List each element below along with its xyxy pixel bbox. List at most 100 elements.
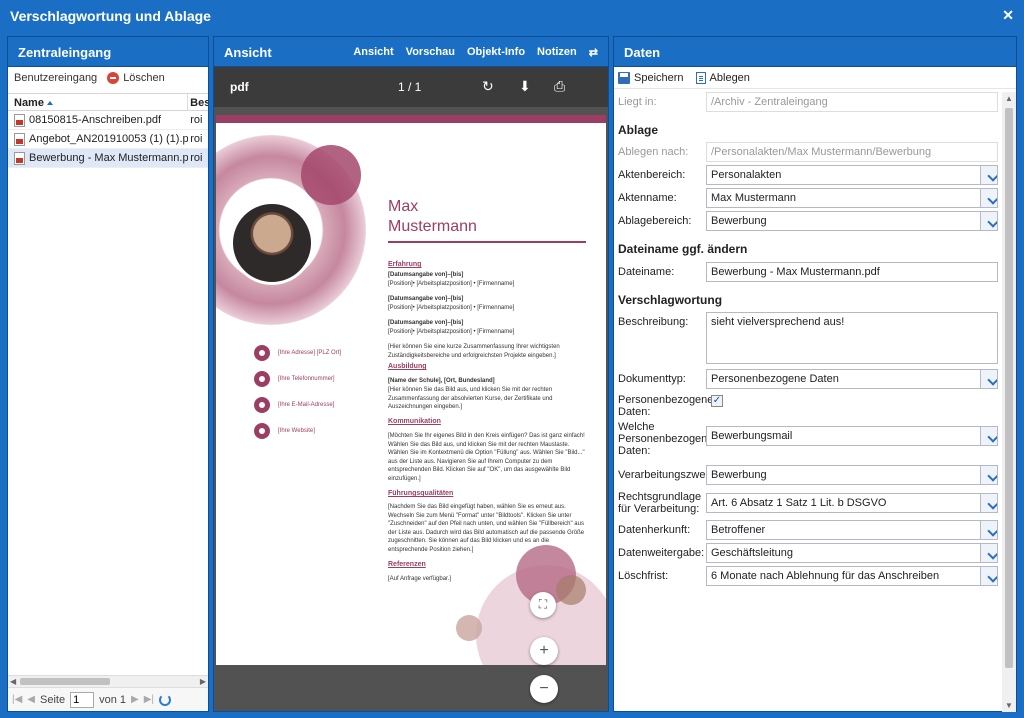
verarbeitungszweck-select[interactable]: Bewerbung [706,465,998,485]
field-dateiname: Dateiname: Bewerbung - Max Mustermann.pd… [618,262,998,282]
column-header-owner[interactable]: Bes [188,94,208,110]
inbox-panel: Zentraleingang Benutzereingang Löschen N… [7,36,209,712]
doc-section-leadership: Führungsqualitäten [388,490,454,497]
field-welche-daten: Welche Personenbezogenen Daten: Bewerbun… [618,421,998,457]
aktenname-select[interactable]: Max Mustermann [706,188,998,208]
zoom-out-button[interactable]: − [530,675,558,703]
doc-name: Max Mustermann [388,198,477,235]
page-count: von 1 [99,693,126,706]
personenbezogene-daten-checkbox[interactable]: ✓ [711,395,723,407]
horizontal-scrollbar[interactable]: ◀ ▶ [8,675,208,687]
refresh-icon[interactable] [159,693,171,706]
doc-contact-address: [Ihre Adresse] [PLZ Ort] [254,345,341,361]
user-inbox-button[interactable]: Benutzereingang [14,72,97,84]
prev-page-icon[interactable]: ◀ [27,694,35,705]
scroll-left-icon[interactable]: ◀ [10,677,16,686]
email-icon [254,397,270,413]
save-icon [618,71,630,84]
swap-icon[interactable]: ⇄ [589,46,598,59]
pdf-toolbar: pdf 1 / 1 ↻ ⬇ ⎙ [214,67,608,107]
field-aktenname: Aktenname: Max Mustermann [618,188,998,208]
scroll-right-icon[interactable]: ▶ [200,677,206,686]
beschreibung-textarea[interactable]: sieht vielversprechend aus! [706,312,998,364]
field-liegt-in: Liegt in: /Archiv - Zentraleingang [618,92,998,112]
file-row[interactable]: 08150815-Anschreiben.pdf roi [8,111,208,130]
last-page-icon[interactable]: ▶| [144,694,154,705]
doc-section-communication: Kommunikation [388,418,441,425]
file-row-selected[interactable]: Bewerbung - Max Mustermann.pdf roi [8,149,208,168]
tab-notes[interactable]: Notizen [537,46,577,58]
decorative-circle [556,575,586,605]
page-label: Seite [40,693,66,706]
doc-contact-phone: [Ihre Telefonnummer] [254,371,335,387]
field-ablagebereich: Ablagebereich: Bewerbung [618,211,998,231]
file-name: 08150815-Anschreiben.pdf [29,114,162,126]
datenweitergabe-select[interactable]: Geschäftsleitung [706,543,998,563]
doc-section-references: Referenzen [388,561,426,568]
welche-daten-select[interactable]: Bewerbungsmail [706,426,998,446]
file-name: Angebot_AN201910053 (1) (1).pdf [29,133,189,145]
save-button[interactable]: Speichern [618,71,684,84]
doc-section-experience: Erfahrung [388,261,422,268]
field-datenherkunft: Datenherkunft: Betroffener [618,520,998,540]
scrollbar-thumb[interactable] [1005,108,1013,668]
viewer-panel: Ansicht Ansicht Vorschau Objekt-Info Not… [213,36,609,712]
pdf-canvas[interactable]: Max Mustermann Erfahrung [Datumsangabe vo… [214,107,608,711]
datenherkunft-select[interactable]: Betroffener [706,520,998,540]
delete-button[interactable]: Löschen [107,72,165,84]
vertical-scrollbar[interactable]: ▲ ▼ [1002,92,1016,712]
tab-object-info[interactable]: Objekt-Info [467,46,525,58]
fit-page-button[interactable]: ⛶ [530,592,556,618]
scroll-down-icon[interactable]: ▼ [1005,701,1013,710]
doc-experience-2: [Datumsangabe von]–[bis] [Position]• [Arb… [388,296,515,311]
first-page-icon[interactable]: |◀ [12,694,22,705]
column-header-name[interactable]: Name [8,94,189,110]
field-loeschfrist: Löschfrist: 6 Monate nach Ablehnung für … [618,566,998,586]
field-personenbezogene-daten: Personenbezogene Daten: ✓ [618,394,723,418]
aktenbereich-select[interactable]: Personalakten [706,165,998,185]
liegt-in-input: /Archiv - Zentraleingang [706,92,998,112]
delete-button-label: Löschen [123,72,165,84]
doc-education-text: [Hier können Sie das Bild aus, und klick… [388,387,553,410]
document-icon [695,71,706,84]
decorative-circle [456,615,482,641]
file-owner: roi [190,152,203,164]
tab-view[interactable]: Ansicht [353,46,393,58]
inbox-toolbar: Benutzereingang Löschen [8,67,208,89]
file-away-button[interactable]: Ablegen [695,71,750,84]
doc-experience-3: [Datumsangabe von]–[bis] [Position]• [Arb… [388,320,515,335]
field-verarbeitungszweck: Verarbeitungszweck: Bewerbung [618,465,998,485]
page-indicator: 1 / 1 [398,80,422,94]
field-datenweitergabe: Datenweitergabe: Geschäftsleitung [618,543,998,563]
doc-experience-1: [Datumsangabe von]–[bis] [Position]• [Arb… [388,272,515,287]
file-name: Bewerbung - Max Mustermann.pdf [29,152,189,164]
scroll-up-icon[interactable]: ▲ [1005,94,1013,103]
rechtsgrundlage-select[interactable]: Art. 6 Absatz 1 Satz 1 Lit. b DSGVO [706,493,998,513]
viewer-header: Ansicht Ansicht Vorschau Objekt-Info Not… [214,37,608,67]
window-title: Verschlagwortung und Ablage [10,8,211,24]
section-ablage: Ablage [618,123,659,137]
tab-preview[interactable]: Vorschau [406,46,455,58]
print-icon[interactable]: ⎙ [554,78,565,95]
dokumenttyp-select[interactable]: Personenbezogene Daten [706,369,998,389]
loeschfrist-select[interactable]: 6 Monate nach Ablehnung für das Anschrei… [706,566,998,586]
close-icon[interactable]: ✕ [1002,7,1014,24]
location-icon [254,345,270,361]
page-header-bar [216,115,606,123]
scrollbar-thumb[interactable] [20,678,110,685]
zoom-in-button[interactable]: + [530,637,558,665]
page-number-input[interactable] [70,691,95,708]
data-toolbar: Speichern Ablegen [614,67,1016,89]
dateiname-input[interactable]: Bewerbung - Max Mustermann.pdf [706,262,998,282]
ablagebereich-select[interactable]: Bewerbung [706,211,998,231]
doc-section-education: Ausbildung [388,363,427,370]
doc-leadership-text: [Nachdem Sie das Bild eingefügt haben, w… [388,504,585,553]
window: Verschlagwortung und Ablage ✕ Zentralein… [0,0,1024,718]
download-icon[interactable]: ⬇ [519,78,531,95]
file-row[interactable]: Angebot_AN201910053 (1) (1).pdf roi [8,130,208,149]
pdf-file-icon [14,113,25,127]
file-grid-header: Name Bes [8,93,208,111]
next-page-icon[interactable]: ▶ [131,694,139,705]
section-verschlagwortung: Verschlagwortung [618,293,723,307]
rotate-icon[interactable]: ↻ [482,78,494,95]
